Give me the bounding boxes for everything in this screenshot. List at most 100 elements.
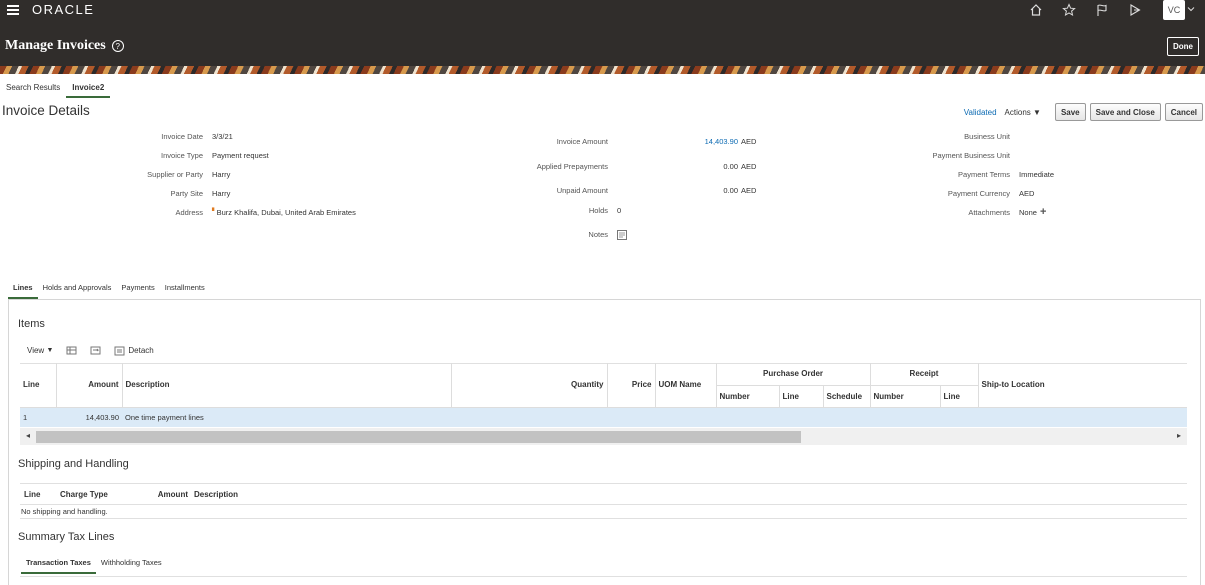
tab-payments[interactable]: Payments [116, 280, 159, 299]
chevron-down-icon: ▼ [46, 347, 54, 354]
wrap-icon[interactable] [89, 345, 101, 356]
page-title: Manage Invoices ? [5, 38, 124, 54]
validation-status-link[interactable]: Validated [964, 108, 997, 117]
holds-value[interactable]: 0 [617, 206, 621, 215]
tab-lines[interactable]: Lines [8, 280, 38, 299]
party-site-value[interactable]: Harry [212, 189, 230, 198]
col-price[interactable]: Price [607, 363, 656, 408]
invoice-date-value[interactable]: 3/3/21 [212, 132, 233, 141]
tab-withholding-taxes[interactable]: Withholding Taxes [96, 555, 167, 574]
supplier-field: Supplier or Party Harry [60, 170, 230, 179]
scrollbar-thumb[interactable] [36, 431, 801, 443]
shipping-divider [20, 483, 1187, 484]
cancel-button[interactable]: Cancel [1164, 103, 1203, 121]
tax-tabs-border [20, 576, 1187, 577]
save-button[interactable]: Save [1054, 103, 1086, 121]
oracle-logo[interactable]: ORACLE [32, 2, 94, 17]
page-title-text: Manage Invoices [5, 38, 106, 53]
ship-col-charge-type[interactable]: Charge Type [60, 490, 130, 499]
actions-menu[interactable]: Actions ▼ [1005, 108, 1041, 117]
col-ship-to[interactable]: Ship-to Location [978, 363, 1187, 408]
party-site-label: Party Site [170, 189, 203, 198]
flag-icon[interactable] [1094, 2, 1110, 18]
notification-icon[interactable] [1127, 2, 1143, 18]
chevron-down-icon[interactable] [1187, 5, 1195, 15]
col-receipt-line[interactable]: Line [940, 385, 979, 408]
table-row[interactable]: 1 14,403.90 One time payment lines [20, 407, 1187, 427]
col-receipt-number[interactable]: Number [870, 385, 941, 408]
add-attachment-icon[interactable]: + [1040, 207, 1046, 218]
action-bar: Validated Actions ▼ Save Save and Close … [964, 103, 1203, 121]
payment-currency-value[interactable]: AED [1019, 189, 1034, 198]
col-po-line[interactable]: Line [779, 385, 824, 408]
payment-terms-value[interactable]: Immediate [1019, 170, 1054, 179]
holds-field: Holds 0 [470, 206, 621, 215]
notes-icon[interactable] [617, 230, 627, 242]
col-line[interactable]: Line [20, 363, 57, 408]
invoice-type-label: Invoice Type [161, 151, 203, 160]
done-button[interactable]: Done [1167, 37, 1199, 56]
chevron-down-icon: ▼ [1033, 107, 1041, 117]
attachments-value: None [1019, 208, 1037, 217]
detach-button[interactable]: Detach [113, 345, 154, 356]
avatar[interactable]: VC [1163, 0, 1185, 20]
col-group-purchase-order: Purchase Order [716, 363, 871, 386]
star-icon[interactable] [1061, 2, 1077, 18]
unpaid-amount-value: 0.00 [723, 186, 738, 195]
scroll-right-icon[interactable]: ▸ [1177, 431, 1181, 440]
summary-tax-title: Summary Tax Lines [18, 531, 115, 543]
invoice-amount-value[interactable]: 14,403.90 [608, 137, 738, 146]
notes-label: Notes [588, 230, 608, 239]
shipping-header-row: Line Charge Type Amount Description [24, 490, 238, 499]
col-po-number[interactable]: Number [716, 385, 780, 408]
shipping-empty-text: No shipping and handling. [21, 507, 108, 516]
payment-business-unit-field: Payment Business Unit [860, 151, 1019, 160]
tab-installments[interactable]: Installments [160, 280, 210, 299]
menu-icon[interactable] [7, 5, 19, 15]
ship-col-description[interactable]: Description [194, 490, 238, 499]
help-icon[interactable]: ? [111, 40, 124, 52]
items-title: Items [18, 318, 45, 330]
home-icon[interactable] [1028, 2, 1044, 18]
decorative-banner [0, 66, 1205, 74]
attachments-field: Attachments None + [860, 207, 1046, 218]
col-po-schedule[interactable]: Schedule [823, 385, 871, 408]
freeze-icon[interactable] [65, 345, 77, 356]
view-menu[interactable]: View ▼ [27, 346, 53, 355]
col-amount[interactable]: Amount [56, 363, 123, 408]
invoice-amount-field: Invoice Amount 14,403.90 AED [470, 137, 757, 146]
tab-search-results[interactable]: Search Results [0, 80, 66, 98]
page-tabs: Search Results Invoice2 [0, 80, 111, 98]
shipping-bottom-border [20, 518, 1187, 519]
view-label: View [27, 346, 45, 355]
payment-currency-field: Payment Currency AED [860, 189, 1035, 198]
section-title: Invoice Details [2, 103, 90, 118]
col-description[interactable]: Description [122, 363, 452, 408]
global-header: ORACLE VC Manage Invoices ? Done [0, 0, 1205, 66]
items-table: Line Amount Description Quantity Price U… [20, 363, 1187, 427]
ship-col-amount[interactable]: Amount [130, 490, 188, 499]
detach-label: Detach [128, 346, 154, 355]
row-description: One time payment lines [125, 412, 204, 422]
save-and-close-button[interactable]: Save and Close [1089, 103, 1161, 121]
unpaid-amount-field: Unpaid Amount 0.00 AED [470, 186, 757, 195]
business-unit-label: Business Unit [964, 132, 1010, 141]
scroll-left-icon[interactable]: ◂ [26, 431, 30, 440]
tab-invoice2[interactable]: Invoice2 [66, 80, 111, 98]
payment-terms-field: Payment Terms Immediate [860, 170, 1054, 179]
actions-label: Actions [1004, 107, 1031, 117]
invoice-type-value[interactable]: Payment request [212, 151, 269, 160]
notes-field: Notes [470, 230, 627, 242]
tab-holds-and-approvals[interactable]: Holds and Approvals [38, 280, 117, 299]
ship-col-line[interactable]: Line [24, 490, 60, 499]
col-group-receipt: Receipt [870, 363, 979, 386]
invoice-date-field: Invoice Date 3/3/21 [60, 132, 233, 141]
holds-label: Holds [588, 206, 608, 215]
address-value[interactable]: Burz Khalifa, Dubai, United Arab Emirate… [217, 208, 356, 217]
detach-icon [113, 345, 125, 356]
col-quantity[interactable]: Quantity [451, 363, 608, 408]
col-uom[interactable]: UOM Name [655, 363, 717, 408]
tab-transaction-taxes[interactable]: Transaction Taxes [21, 555, 96, 574]
invoice-amount-currency: AED [741, 137, 757, 146]
supplier-value[interactable]: Harry [212, 170, 230, 179]
